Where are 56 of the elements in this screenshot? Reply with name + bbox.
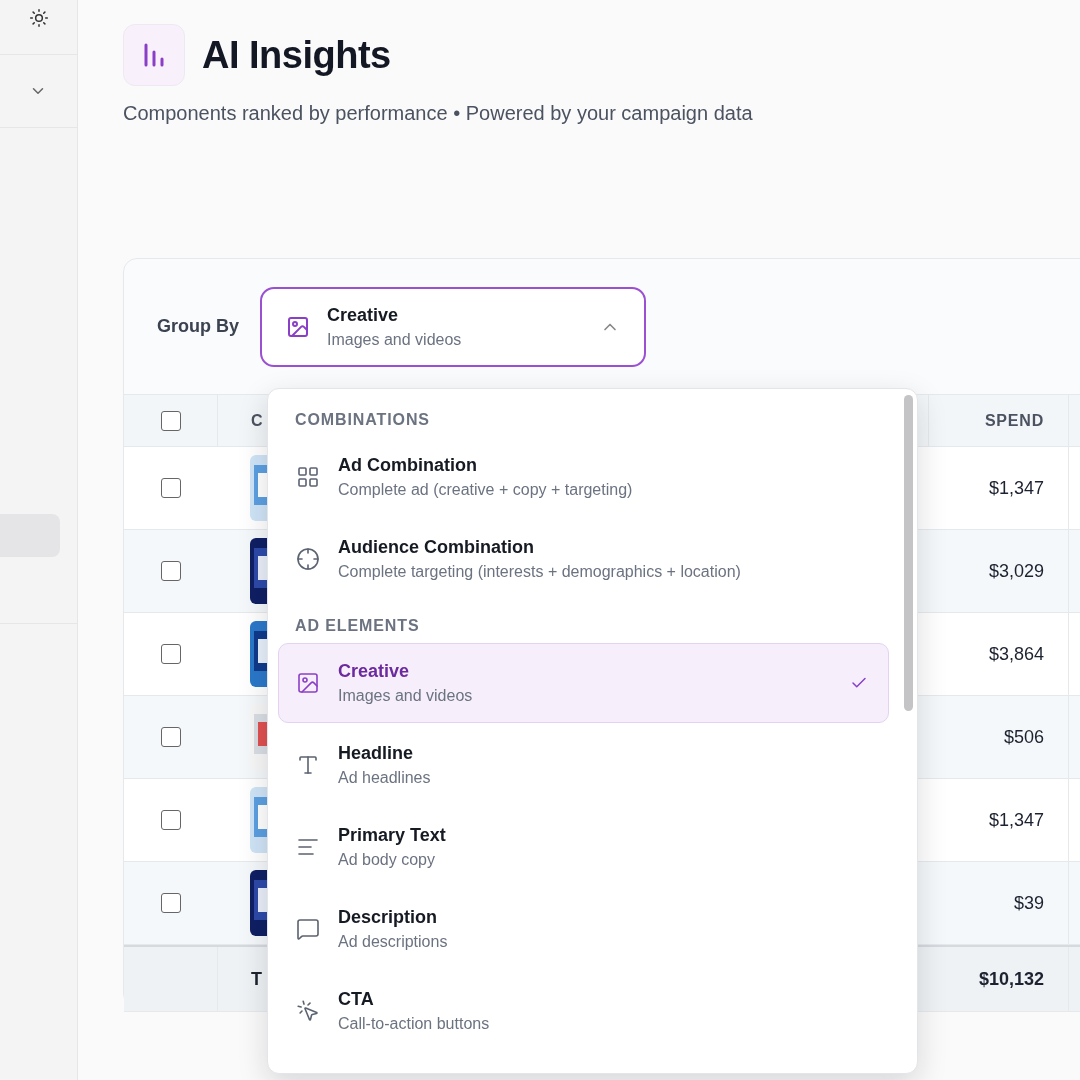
checkbox[interactable] <box>161 644 181 664</box>
crosshair-icon <box>296 547 320 571</box>
option-description: Call-to-action buttons <box>338 1015 491 1033</box>
menu-option[interactable]: Description Ad descriptions <box>278 889 889 969</box>
option-description: Ad headlines <box>338 769 432 787</box>
option-label: Primary Text <box>338 825 447 846</box>
section-title: AD ELEMENTS <box>294 616 421 636</box>
speech-bubble-icon <box>296 917 320 941</box>
theme-toggle-icon[interactable] <box>28 8 49 28</box>
checkbox[interactable] <box>161 561 181 581</box>
table-cell: $39 <box>1013 892 1044 914</box>
option-description: Complete targeting (interests + demographics + location) <box>338 563 742 581</box>
option-label: Creative <box>338 661 411 682</box>
table-cell: $3,864 <box>988 643 1044 665</box>
click-pointer-icon <box>296 999 320 1023</box>
text-icon <box>296 753 320 777</box>
bar-chart-icon <box>143 43 165 67</box>
table-cell: $1,347 <box>988 477 1044 499</box>
option-description: Images and videos <box>338 687 474 705</box>
group-by-dropdown[interactable]: Creative Images and videos <box>260 286 646 367</box>
menu-option[interactable]: Headline Ad headlines <box>278 725 889 805</box>
checkbox[interactable] <box>161 810 181 830</box>
menu-option[interactable]: Ad Combination Complete ad (creative + copy + targeting) <box>278 437 889 517</box>
image-icon <box>286 314 310 339</box>
menu-option[interactable]: CTA Call-to-action buttons <box>278 971 889 1051</box>
menu-option[interactable]: Audience Combination Complete targeting (interests + demographics + location) <box>278 519 889 599</box>
menu-option[interactable]: Primary Text Ad body copy <box>278 807 889 887</box>
table-cell: $3,029 <box>988 560 1044 582</box>
section-title: COMBINATIONS <box>294 410 431 430</box>
table-cell: $506 <box>1003 726 1044 748</box>
column-header: C <box>251 411 264 430</box>
page-title: AI Insights <box>202 33 391 77</box>
menu-option[interactable]: Creative Images and videos <box>278 643 889 723</box>
option-description: Complete ad (creative + copy + targeting) <box>338 481 634 499</box>
checkbox[interactable] <box>160 410 181 431</box>
total-cell: $10,132 <box>978 968 1044 990</box>
scrollbar[interactable] <box>904 395 913 711</box>
total-label: T <box>251 968 262 990</box>
checkbox[interactable] <box>161 727 181 747</box>
checkbox[interactable] <box>161 478 181 498</box>
page-subtitle: Components ranked by performance • Powered by your campaign data <box>123 102 754 125</box>
option-description: Ad body copy <box>338 851 436 869</box>
option-label: Headline <box>338 743 415 764</box>
dropdown-description: Images and videos <box>327 330 463 349</box>
option-label: Description <box>338 907 439 928</box>
option-label: Audience Combination <box>338 537 535 558</box>
group-by-label: Group By <box>157 316 239 337</box>
option-description: Ad descriptions <box>338 933 449 951</box>
table-cell: $1,347 <box>988 809 1044 831</box>
option-label: Ad Combination <box>338 455 478 476</box>
dropdown-value: Creative <box>327 304 400 326</box>
checkbox[interactable] <box>161 893 181 913</box>
option-label: CTA <box>338 989 375 1010</box>
column-header: SPEND <box>984 411 1044 430</box>
image-icon <box>296 671 320 695</box>
grid-icon <box>296 465 320 489</box>
